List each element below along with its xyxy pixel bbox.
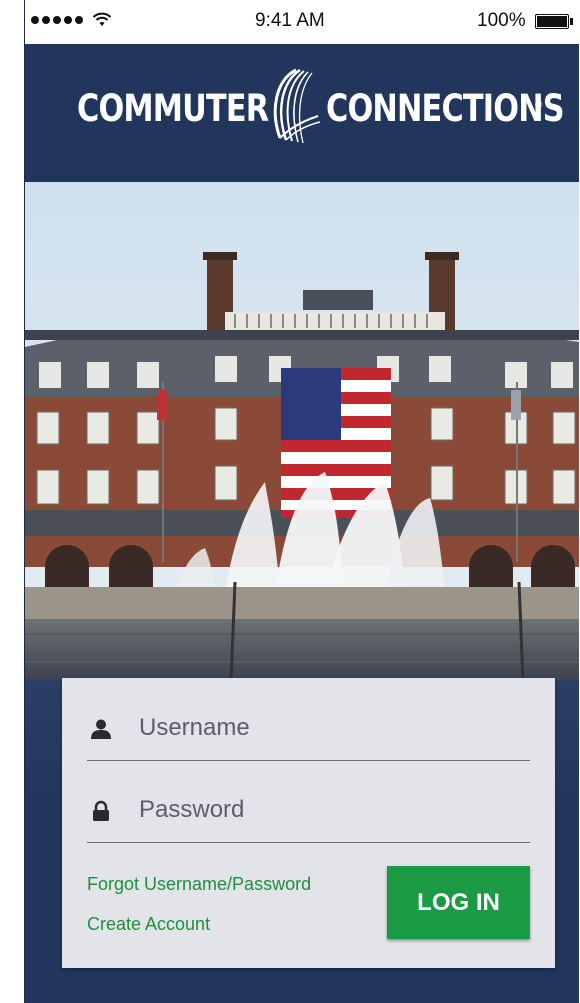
create-account-link[interactable]: Create Account [87, 914, 210, 935]
battery-percent: 100% [477, 10, 526, 31]
logo-text-left: COMMUTER [77, 87, 269, 130]
password-input[interactable] [139, 790, 519, 830]
logo-text-right: CONNECTIONS [326, 87, 565, 130]
registered-mark: ® [535, 100, 543, 111]
city-hall-photo [25, 182, 579, 682]
username-field [87, 700, 530, 761]
status-bar: 9:41 AM 100% [25, 0, 579, 44]
lock-icon [93, 800, 109, 821]
user-icon [91, 719, 111, 739]
logo-swoosh-icon [273, 68, 321, 144]
forgot-credentials-link[interactable]: Forgot Username/Password [87, 874, 311, 895]
battery-tip [570, 18, 573, 25]
login-card: Forgot Username/Password Create Account … [62, 678, 555, 968]
login-button[interactable]: LOG IN [387, 866, 530, 939]
app-header: COMMUTER CONNECTIONS ® [25, 44, 579, 182]
password-field [87, 782, 530, 843]
status-time: 9:41 AM [255, 10, 325, 31]
battery-icon [535, 14, 569, 29]
signal-dots-icon [31, 12, 112, 28]
phone-screen: 9:41 AM 100% COMMUTER CONNECTIONS ® User… [24, 0, 579, 1003]
wifi-icon [92, 12, 112, 26]
username-input[interactable] [139, 708, 519, 748]
